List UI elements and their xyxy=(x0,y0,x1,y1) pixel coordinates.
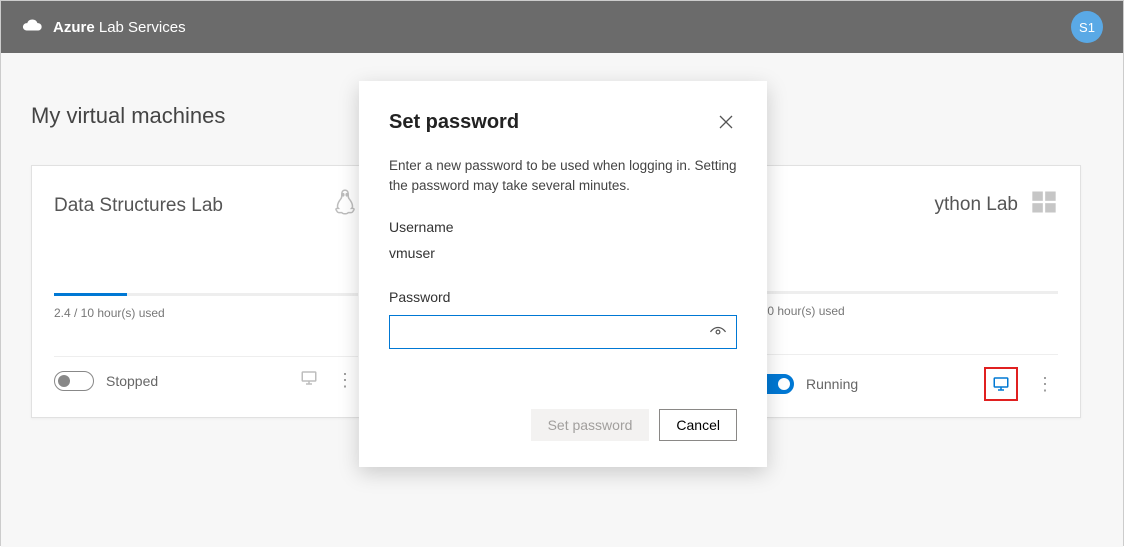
linux-icon xyxy=(332,188,358,223)
page-title: My virtual machines xyxy=(31,103,1093,129)
more-menu-icon[interactable]: ⋮ xyxy=(332,370,358,391)
cloud-logo-icon xyxy=(21,14,43,41)
usage-text: / 10 hour(s) used xyxy=(754,304,1058,318)
product-name-rest: Lab Services xyxy=(95,19,186,36)
header-left: Azure Lab Services xyxy=(21,14,186,41)
status-text: Stopped xyxy=(106,373,158,389)
vm-card: Python Labython Lab / 10 hour(s) used Ru… xyxy=(731,165,1081,418)
app-header: Azure Lab Services S1 xyxy=(1,1,1123,53)
avatar[interactable]: S1 xyxy=(1071,11,1103,43)
status-text: Running xyxy=(806,376,858,392)
status-right: ⋮ xyxy=(300,369,358,392)
status-left: Running xyxy=(754,374,858,394)
connect-icon[interactable] xyxy=(300,369,318,392)
vm-title: Python Labython Lab xyxy=(754,194,1018,216)
power-toggle[interactable] xyxy=(754,374,794,394)
power-toggle[interactable] xyxy=(54,371,94,391)
card-header: Python Labython Lab xyxy=(754,188,1058,221)
connect-button-highlighted[interactable] xyxy=(984,367,1018,401)
more-menu-icon[interactable]: ⋮ xyxy=(1032,374,1058,395)
card-footer: Running ⋮ xyxy=(754,355,1058,407)
windows-icon xyxy=(1030,188,1058,221)
usage-progress-bar xyxy=(54,293,127,296)
main-content: My virtual machines Data Structures Lab … xyxy=(1,53,1123,547)
product-name-bold: Azure xyxy=(53,19,95,36)
vm-card: Data Structures Lab 2.4 / 10 hour(s) use… xyxy=(31,165,381,418)
usage-progress xyxy=(754,291,1058,294)
status-left: Stopped xyxy=(54,371,158,391)
product-name: Azure Lab Services xyxy=(53,19,186,36)
usage-text: 2.4 / 10 hour(s) used xyxy=(54,306,358,320)
vm-cards: Data Structures Lab 2.4 / 10 hour(s) use… xyxy=(31,165,1093,418)
vm-title: Data Structures Lab xyxy=(54,195,223,217)
usage-progress xyxy=(54,293,358,296)
card-header: Data Structures Lab xyxy=(54,188,358,223)
status-right: ⋮ xyxy=(984,367,1058,401)
card-footer: Stopped ⋮ xyxy=(54,357,358,398)
